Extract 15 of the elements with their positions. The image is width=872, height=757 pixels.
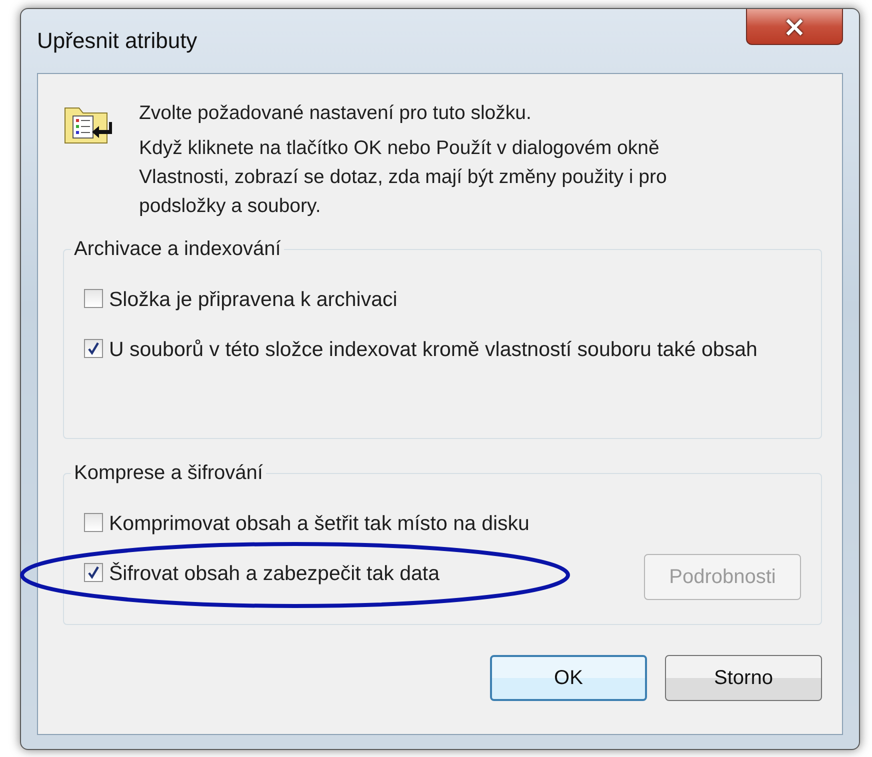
checkbox-label: Komprimovat obsah a šetřit tak místo na disku xyxy=(109,511,530,537)
checkbox[interactable] xyxy=(84,563,103,582)
intro-heading: Zvolte požadované nastavení pro tuto složku. xyxy=(139,101,532,126)
close-button[interactable]: × xyxy=(746,9,843,45)
ok-button[interactable]: OK xyxy=(490,655,647,701)
window-title: Upřesnit atributy xyxy=(37,28,198,54)
folder-list-icon xyxy=(64,108,112,144)
checkbox[interactable] xyxy=(84,513,103,532)
cancel-button[interactable]: Storno xyxy=(665,655,822,701)
checkbox-label: Složka je připravena k archivaci xyxy=(109,287,398,313)
intro-text: Když kliknete na tlačítko OK nebo Použít v dialogovém okně Vlastnosti, zobrazí se dotaz, zda mají být změny použity i pro podsložky a soubory. xyxy=(139,136,668,219)
checkbox-label: U souborů v této složce indexovat kromě vlastností souboru také obsah xyxy=(109,337,758,363)
checkbox-label: Šifrovat obsah a zabezpečit tak data xyxy=(109,561,440,587)
checkbox[interactable] xyxy=(84,339,103,358)
checkbox[interactable] xyxy=(84,289,103,308)
